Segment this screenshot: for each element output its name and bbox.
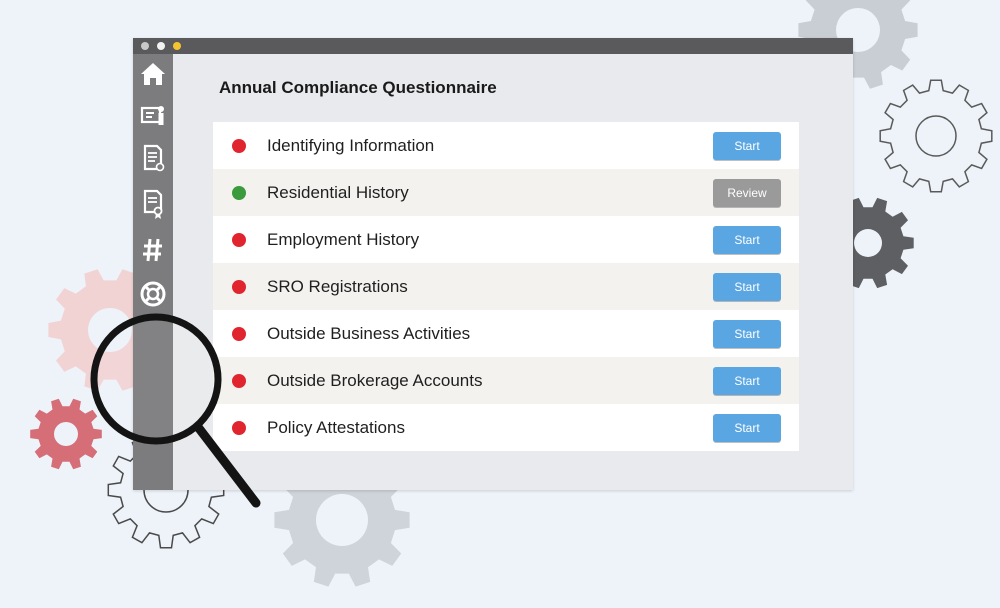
hashtag-icon[interactable]	[137, 234, 169, 266]
start-button[interactable]: Start	[713, 273, 781, 301]
status-dot	[232, 421, 246, 435]
section-label: Outside Brokerage Accounts	[267, 371, 483, 390]
status-dot	[232, 233, 246, 247]
main-panel: Annual Compliance Questionnaire Identify…	[173, 54, 853, 490]
section-row: Identifying Information Start	[213, 122, 799, 169]
section-row: Residential History Review	[213, 169, 799, 216]
review-button[interactable]: Review	[713, 179, 781, 207]
section-row: Outside Business Activities Start	[213, 310, 799, 357]
section-row: Outside Brokerage Accounts Start	[213, 357, 799, 404]
section-label: Employment History	[267, 230, 420, 249]
status-dot	[232, 374, 246, 388]
title-bar	[133, 38, 853, 54]
section-list: Identifying Information Start Residential …	[213, 122, 799, 451]
start-button[interactable]: Start	[713, 320, 781, 348]
start-button[interactable]: Start	[713, 367, 781, 395]
start-button[interactable]: Start	[713, 132, 781, 160]
gear-hole	[915, 115, 957, 157]
gear-hole	[854, 229, 882, 257]
status-dot	[232, 327, 246, 341]
section-label: SRO Registrations	[267, 277, 408, 296]
gear-hole	[88, 308, 132, 352]
page-title: Annual Compliance Questionnaire	[219, 78, 497, 97]
section-label: Policy Attestations	[267, 418, 405, 437]
document-icon[interactable]	[137, 142, 169, 174]
section-label: Outside Business Activities	[267, 324, 471, 343]
start-button[interactable]: Start	[713, 226, 781, 254]
section-label: Residential History	[267, 183, 409, 202]
certificate-icon[interactable]	[137, 188, 169, 220]
section-row: Employment History Start	[213, 216, 799, 263]
profile-card-icon[interactable]	[137, 100, 169, 132]
status-dot	[232, 186, 246, 200]
window-dot-white[interactable]	[157, 42, 165, 50]
home-icon[interactable]	[137, 58, 169, 90]
section-label: Identifying Information	[267, 136, 435, 155]
window-dot-yellow[interactable]	[173, 42, 181, 50]
start-button[interactable]: Start	[713, 414, 781, 442]
section-row: Policy Attestations Start	[213, 404, 799, 451]
app-window: Annual Compliance Questionnaire Identify…	[133, 38, 853, 490]
sidebar	[133, 54, 173, 490]
gear-hole	[316, 494, 368, 546]
lifebuoy-icon[interactable]	[137, 278, 169, 310]
window-dot-gray[interactable]	[141, 42, 149, 50]
status-dot	[232, 280, 246, 294]
gear-hole	[54, 422, 78, 446]
section-row: SRO Registrations Start	[213, 263, 799, 310]
status-dot	[232, 139, 246, 153]
